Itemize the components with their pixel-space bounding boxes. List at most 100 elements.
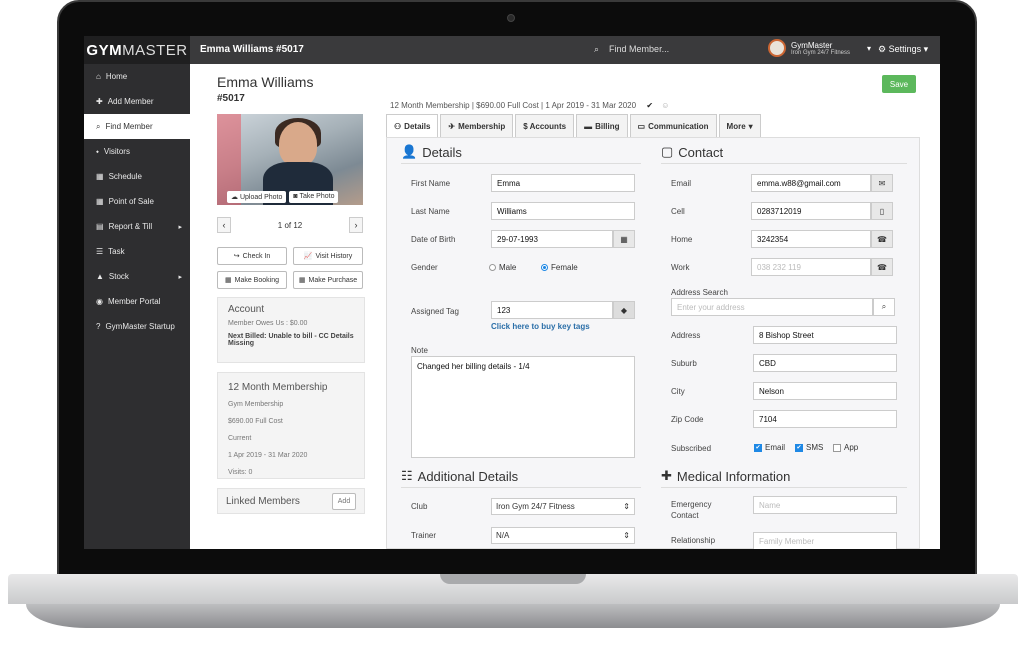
smile-icon: ☺ xyxy=(661,101,670,110)
phone-icon[interactable]: ☎ xyxy=(871,258,893,276)
subscribe-app-checkbox[interactable]: App xyxy=(833,443,858,452)
sidebar-item-startup[interactable]: ? GymMaster Startup xyxy=(84,314,190,339)
member-pager: ‹ 1 of 12 › xyxy=(217,216,363,234)
subscribed-label: Subscribed xyxy=(671,444,712,453)
member-main: Emma Williams #5017 Save ☁ Upload Photo … xyxy=(190,64,940,549)
save-button[interactable]: Save xyxy=(882,75,916,93)
gymmaster-logo[interactable]: GYM MASTER xyxy=(84,36,190,64)
emergency-contact-field[interactable]: Name xyxy=(753,496,897,514)
tag-icon: ⬩ xyxy=(96,146,99,156)
sidebar-item-find-member[interactable]: ⌕ Find Member xyxy=(84,114,190,139)
tab-more[interactable]: More ▾ xyxy=(718,114,761,137)
address-search-field[interactable]: Enter your address xyxy=(671,298,873,316)
membership-panel: 12 Month Membership Gym Membership $690.… xyxy=(217,372,365,479)
select-arrows-icon: ⇕ xyxy=(623,531,630,540)
pager-text: 1 of 12 xyxy=(277,220,303,230)
monitor-icon: ▢ xyxy=(661,144,674,159)
search-placeholder: Find Member... xyxy=(609,44,670,54)
upload-photo-button[interactable]: ☁ Upload Photo xyxy=(227,191,287,203)
sidebar-item-member-portal[interactable]: ◉ Member Portal xyxy=(84,289,190,314)
gender-male-radio[interactable]: Male xyxy=(489,263,516,272)
app-screen: GYM MASTER Emma Williams #5017 ⌕ Find Mem… xyxy=(84,36,940,549)
first-name-field[interactable]: Emma xyxy=(491,174,635,192)
sidebar-item-visitors[interactable]: ⬩ Visitors xyxy=(84,139,190,164)
tab-details[interactable]: ⚇ Details xyxy=(386,114,439,137)
sidebar-item-report-till[interactable]: ▤ Report & Till ▸ xyxy=(84,214,190,239)
club-switcher[interactable]: GymMaster Iron Gym 24/7 Fitness ▾ xyxy=(768,39,871,57)
subscribe-sms-checkbox[interactable]: ✔ SMS xyxy=(795,443,823,452)
prev-member-button[interactable]: ‹ xyxy=(217,217,231,233)
gear-icon: ⚙ xyxy=(878,44,887,54)
make-purchase-button[interactable]: ▦ Make Purchase xyxy=(293,271,363,289)
gender-label: Gender xyxy=(411,263,438,272)
gender-female-radio[interactable]: Female xyxy=(541,263,578,272)
details-heading: 👤 Details xyxy=(401,144,641,164)
first-name-label: First Name xyxy=(411,179,451,188)
work-phone-field[interactable]: 038 232 119 xyxy=(751,258,871,276)
user-icon: ⚇ xyxy=(394,121,402,131)
sidebar-item-stock[interactable]: ▲ Stock ▸ xyxy=(84,264,190,289)
membership-title: 12 Month Membership xyxy=(228,382,328,393)
assigned-tag-label: Assigned Tag xyxy=(411,307,459,316)
trainer-select[interactable]: N/A ⇕ xyxy=(491,527,635,544)
tag-icon[interactable]: ◆ xyxy=(613,301,635,319)
tab-billing[interactable]: ▬ Billing xyxy=(576,114,628,137)
member-form-area: 12 Month Membership | $690.00 Full Cost … xyxy=(386,94,920,549)
buy-key-tags-link[interactable]: Click here to buy key tags xyxy=(491,322,590,331)
cell-field[interactable]: 0283712019 xyxy=(751,202,871,220)
search-icon[interactable]: ⌕ xyxy=(873,298,895,316)
assigned-tag-field[interactable]: 123 xyxy=(491,301,613,319)
last-name-label: Last Name xyxy=(411,207,450,216)
search-icon: ⌕ xyxy=(594,44,600,54)
action-buttons: ↪ Check In 📈 Visit History ▦ Make Booking ▦… xyxy=(217,247,363,289)
city-field[interactable]: Nelson xyxy=(753,382,897,400)
chevron-down-icon: ▾ xyxy=(867,43,872,53)
membership-summary: 12 Month Membership | $690.00 Full Cost … xyxy=(390,101,670,110)
check-in-button[interactable]: ↪ Check In xyxy=(217,247,287,265)
relationship-field[interactable]: Family Member xyxy=(753,532,897,549)
subscribe-email-checkbox[interactable]: ✔ Email xyxy=(754,443,785,452)
membership-cost: $690.00 Full Cost xyxy=(228,418,283,425)
linked-title: Linked Members xyxy=(226,495,300,507)
suburb-field[interactable]: CBD xyxy=(753,354,897,372)
chart-icon: 📈 xyxy=(303,253,313,260)
dob-label: Date of Birth xyxy=(411,235,456,244)
top-bar: GYM MASTER Emma Williams #5017 ⌕ Find Mem… xyxy=(84,36,940,64)
envelope-icon[interactable]: ✉ xyxy=(871,174,893,192)
address-field[interactable]: 8 Bishop Street xyxy=(753,326,897,344)
card-icon: ▬ xyxy=(584,121,593,131)
sidebar-item-point-of-sale[interactable]: ▦ Point of Sale xyxy=(84,189,190,214)
tab-communication[interactable]: ▭ Communication xyxy=(629,114,717,137)
linked-members-panel: Linked Members Add xyxy=(217,488,365,514)
email-field[interactable]: emma.w88@gmail.com xyxy=(751,174,871,192)
caret-down-icon: ▾ xyxy=(748,121,753,131)
sidebar-item-task[interactable]: ☰ Task xyxy=(84,239,190,264)
calendar-icon[interactable]: ▦ xyxy=(613,230,635,248)
tab-accounts[interactable]: $ Accounts xyxy=(515,114,575,137)
visit-history-button[interactable]: 📈 Visit History xyxy=(293,247,363,265)
find-member-search[interactable]: ⌕ Find Member... xyxy=(594,44,669,55)
make-booking-button[interactable]: ▦ Make Booking xyxy=(217,271,287,289)
club-select[interactable]: Iron Gym 24/7 Fitness ⇕ xyxy=(491,498,635,515)
settings-menu[interactable]: ⚙ Settings ▾ xyxy=(878,44,928,55)
last-name-field[interactable]: Williams xyxy=(491,202,635,220)
dob-field[interactable]: 29-07-1993 xyxy=(491,230,613,248)
sidebar-item-schedule[interactable]: ▦ Schedule xyxy=(84,164,190,189)
home-phone-field[interactable]: 3242354 xyxy=(751,230,871,248)
sidebar-item-add-member[interactable]: ✚ Add Member xyxy=(84,89,190,114)
take-photo-button[interactable]: ◙ Take Photo xyxy=(289,191,339,203)
search-icon: ⌕ xyxy=(96,121,101,131)
phone-icon[interactable]: ☎ xyxy=(871,230,893,248)
note-textarea[interactable]: Changed her billing details - 1/4 xyxy=(411,356,635,458)
email-label: Email xyxy=(671,179,692,188)
tab-membership[interactable]: ✈ Membership xyxy=(440,114,514,137)
next-member-button[interactable]: › xyxy=(349,217,363,233)
address-label: Address xyxy=(671,331,701,340)
zip-field[interactable]: 7104 xyxy=(753,410,897,428)
add-linked-member-button[interactable]: Add xyxy=(332,492,356,510)
club-label: Club xyxy=(411,502,428,511)
sidebar-item-home[interactable]: ⌂ Home xyxy=(84,64,190,89)
next-billed-text: Next Billed: Unable to bill - CC Details… xyxy=(228,333,354,347)
sidebar: ⌂ Home ✚ Add Member ⌕ Find Member ⬩ Visitors… xyxy=(84,64,190,549)
mobile-icon[interactable]: ▯ xyxy=(871,202,893,220)
